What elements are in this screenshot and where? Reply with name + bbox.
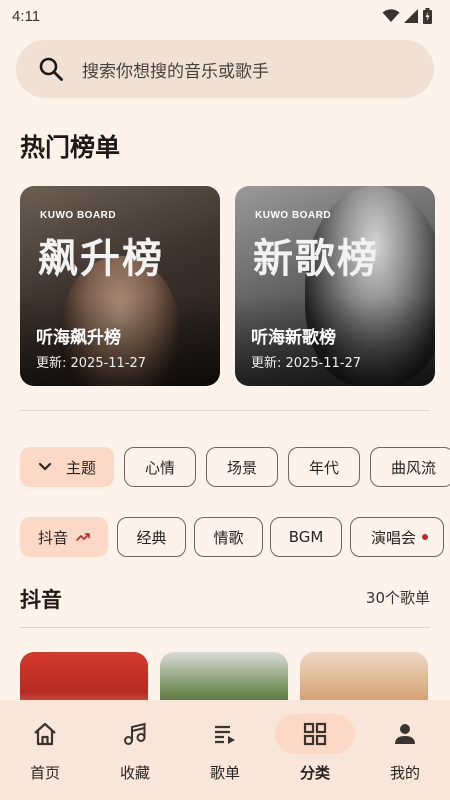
- card-cover-title: 飙升榜: [38, 236, 164, 282]
- nav-item-profile[interactable]: 我的: [360, 714, 450, 783]
- nav-label: 首页: [29, 764, 60, 782]
- chart-card-soaring[interactable]: KUWO BOARD 飙升榜 听海飙升榜 更新: 2025-11-27: [20, 186, 220, 386]
- chip-label: 抖音: [37, 528, 68, 547]
- chip-theme[interactable]: 主题: [20, 447, 114, 487]
- hot-charts-carousel[interactable]: KUWO BOARD 飙升榜 听海飙升榜 更新: 2025-11-27 KUWO…: [20, 186, 450, 386]
- search-bar[interactable]: 搜索你想搜的音乐或歌手: [16, 40, 434, 98]
- card-brand: KUWO BOARD: [40, 210, 117, 221]
- red-dot-icon: [422, 534, 429, 540]
- home-icon: [34, 722, 56, 746]
- tag-chip-row[interactable]: 抖音 经典 情歌 BGM 演唱会: [20, 517, 450, 557]
- chip-genre[interactable]: 曲风流: [370, 447, 450, 487]
- nav-item-category[interactable]: 分类: [270, 714, 360, 783]
- divider: [20, 627, 430, 628]
- wifi-icon: [382, 9, 400, 22]
- playlist-section-title: 抖音: [20, 588, 62, 612]
- chip-label: 年代: [308, 458, 339, 477]
- chip-label: 主题: [65, 458, 96, 477]
- section-title-hot-charts: 热门榜单: [20, 133, 121, 162]
- trending-up-icon: [76, 533, 90, 541]
- card-brand: KUWO BOARD: [255, 210, 332, 221]
- search-icon: [39, 57, 63, 81]
- card-name: 听海新歌榜: [251, 328, 336, 348]
- grid-icon: [303, 722, 327, 746]
- playlist-icon: [215, 725, 235, 744]
- nav-label: 收藏: [119, 764, 150, 782]
- nav-label: 歌单: [209, 764, 240, 782]
- chip-label: 场景: [226, 458, 257, 477]
- chevron-down-icon: [38, 462, 52, 471]
- nav-item-favorites[interactable]: 收藏: [90, 714, 180, 783]
- search-placeholder: 搜索你想搜的音乐或歌手: [82, 61, 269, 82]
- chart-card-new-songs[interactable]: KUWO BOARD 新歌榜 听海新歌榜 更新: 2025-11-27: [235, 186, 435, 386]
- card-cover-title: 新歌榜: [253, 236, 379, 282]
- chip-scene[interactable]: 场景: [206, 447, 278, 487]
- chip-label: BGM: [288, 528, 324, 546]
- card-updated: 更新: 2025-11-27: [251, 356, 362, 371]
- nav-label: 我的: [389, 764, 420, 782]
- playlist-count: 30个歌单: [365, 589, 430, 607]
- music-note-icon: [124, 722, 146, 745]
- chip-label: 曲风流: [391, 458, 437, 477]
- battery-icon: [423, 8, 432, 24]
- bottom-navigation: 首页 收藏 歌单 分类 我的: [0, 700, 450, 800]
- card-updated: 更新: 2025-11-27: [36, 356, 147, 371]
- nav-item-home[interactable]: 首页: [0, 714, 90, 783]
- chip-love-songs[interactable]: 情歌: [194, 517, 263, 557]
- person-icon: [395, 724, 415, 744]
- chip-concert[interactable]: 演唱会: [350, 517, 444, 557]
- chip-douyin[interactable]: 抖音: [20, 517, 108, 557]
- status-icons: [382, 8, 432, 24]
- card-name: 听海飙升榜: [36, 328, 121, 348]
- chip-label: 心情: [144, 458, 175, 477]
- status-time: 4:11: [12, 7, 41, 25]
- chip-label: 演唱会: [371, 528, 417, 547]
- status-bar: 4:11: [0, 0, 450, 32]
- chip-classic[interactable]: 经典: [117, 517, 186, 557]
- chip-label: 情歌: [213, 528, 244, 547]
- chip-bgm[interactable]: BGM: [270, 517, 342, 557]
- chip-era[interactable]: 年代: [288, 447, 360, 487]
- nav-item-playlists[interactable]: 歌单: [180, 714, 270, 783]
- divider: [20, 410, 430, 411]
- signal-icon: [404, 9, 418, 23]
- nav-label: 分类: [299, 764, 330, 782]
- chip-mood[interactable]: 心情: [124, 447, 196, 487]
- chip-label: 经典: [136, 528, 167, 547]
- category-chip-row[interactable]: 主题 心情 场景 年代 曲风流: [20, 447, 450, 487]
